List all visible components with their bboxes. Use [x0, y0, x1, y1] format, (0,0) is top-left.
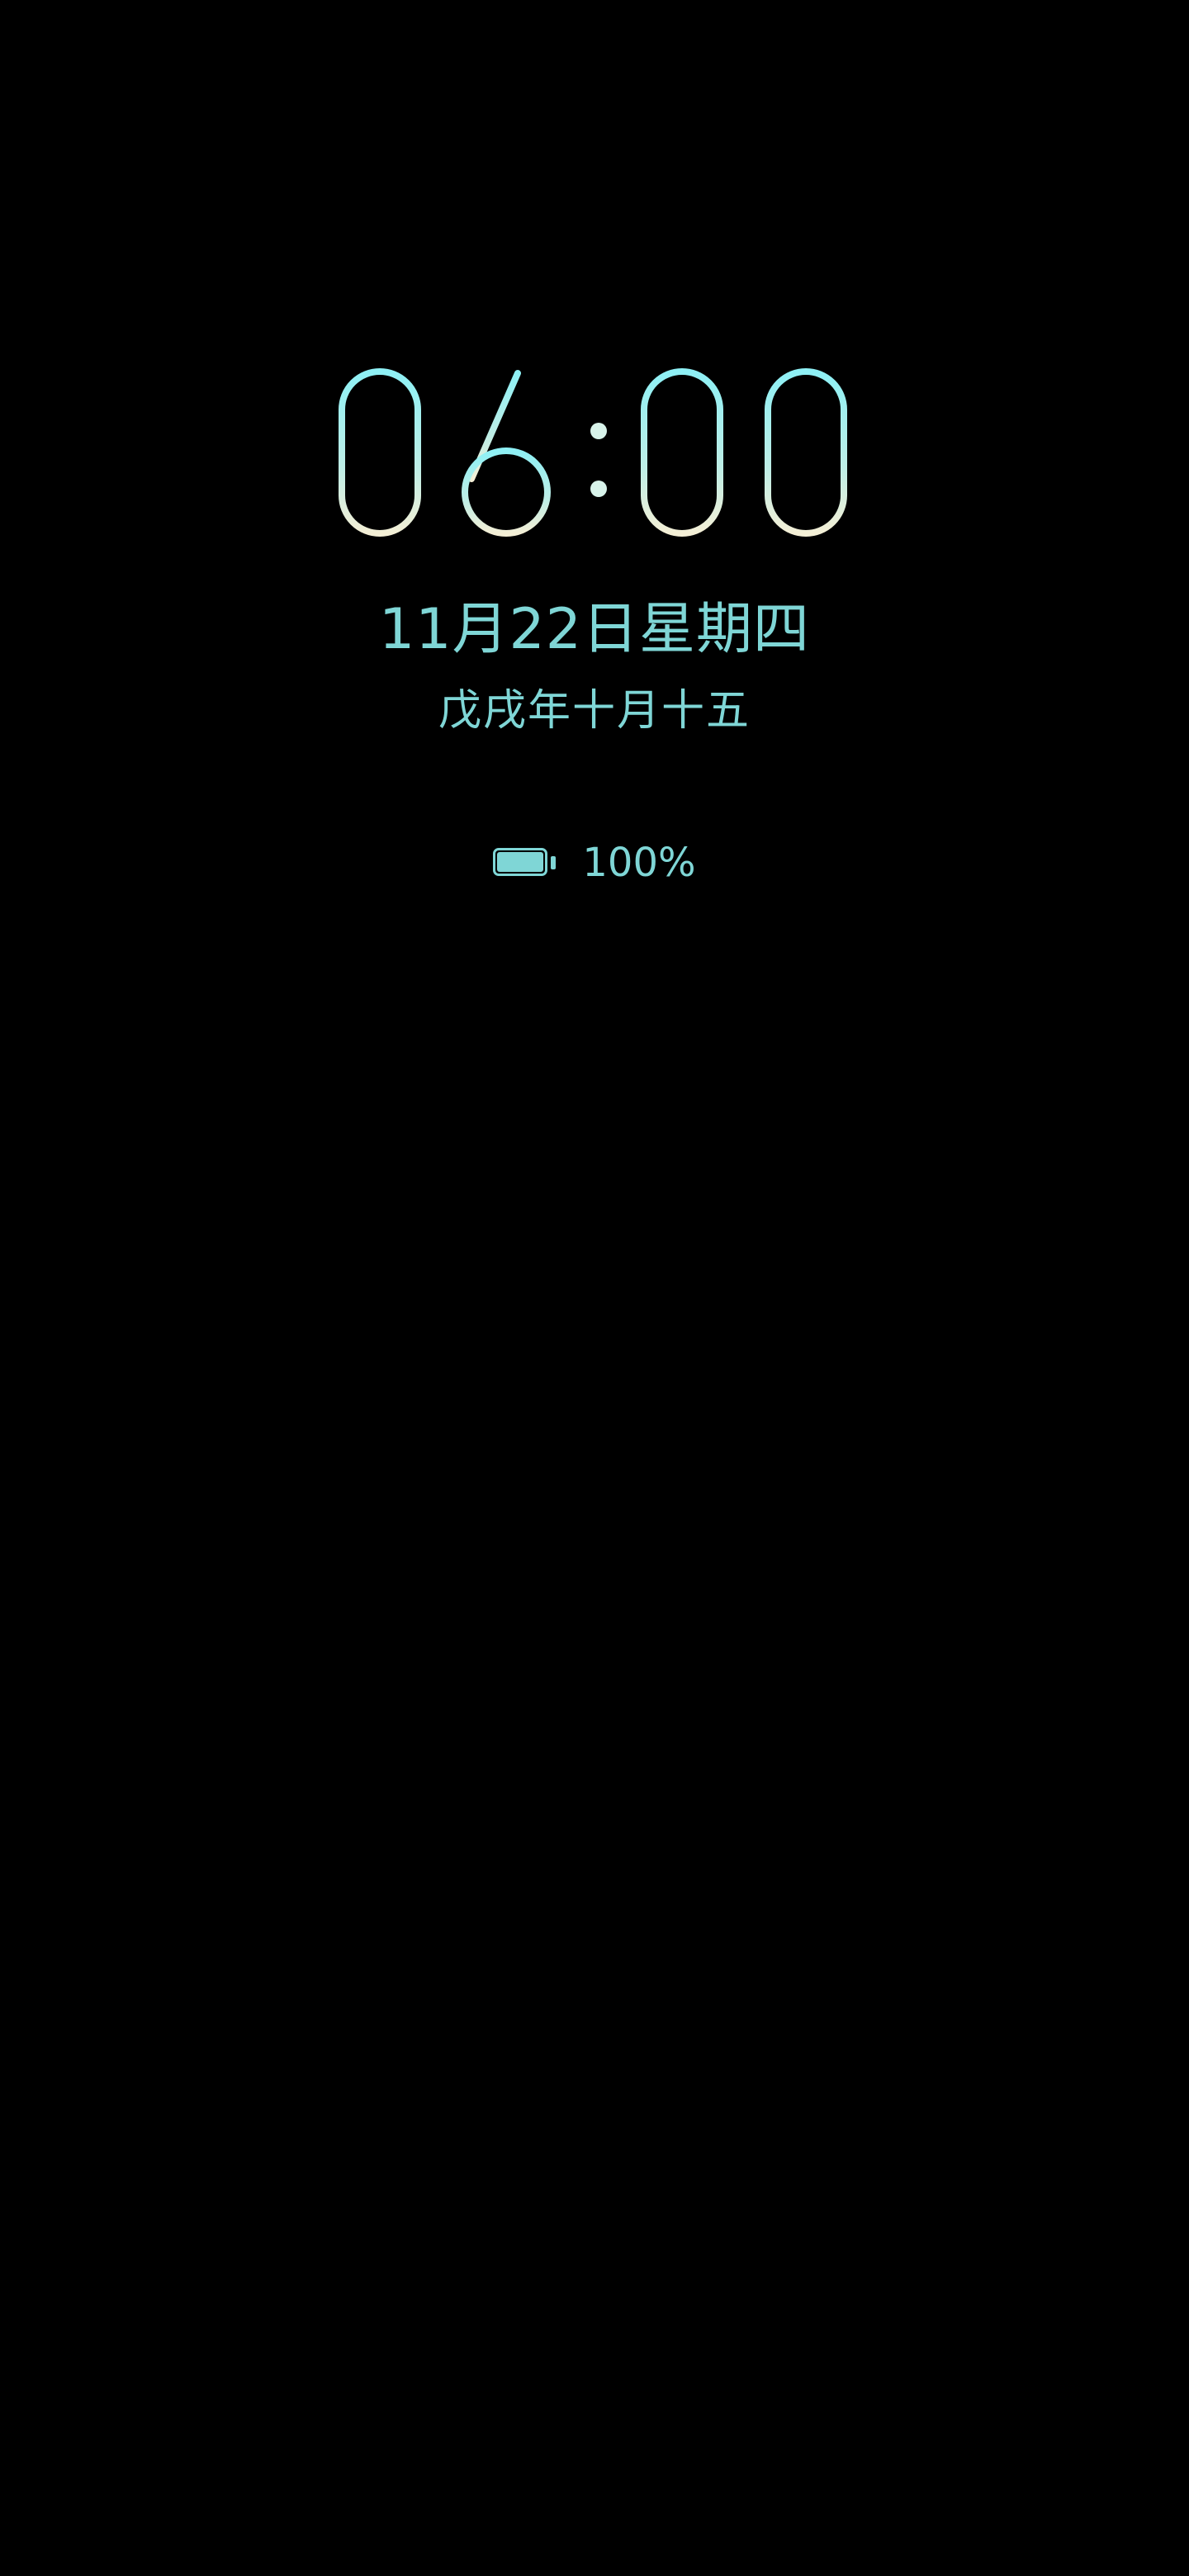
battery-icon — [493, 846, 557, 879]
date-text: 11月22日星期四 — [378, 597, 811, 662]
digit-hour-ones — [462, 370, 551, 537]
digit-minute-tens — [641, 368, 723, 537]
colon — [590, 423, 607, 497]
always-on-display: 06:00 — [0, 0, 1189, 2576]
lunar-date-text: 戊戌年十月十五 — [438, 686, 751, 736]
battery-status: 100% — [0, 834, 1189, 892]
digit-minute-ones — [765, 368, 847, 537]
clock-digits — [339, 368, 847, 537]
battery-percent: 100% — [582, 840, 696, 886]
clock: 06:00 — [326, 355, 863, 553]
digit-hour-tens — [339, 368, 421, 537]
